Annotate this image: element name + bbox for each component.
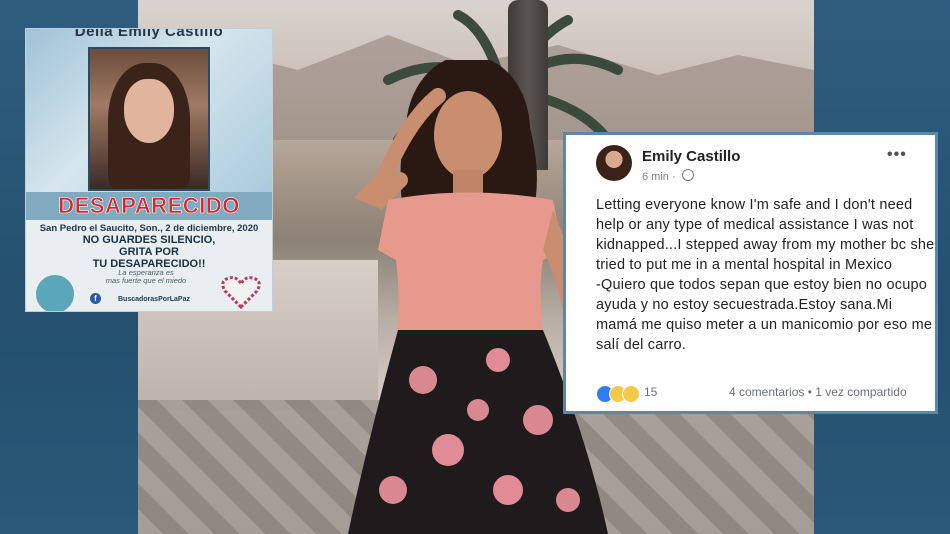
poster-handle: BuscadorasPorLaPaz — [118, 296, 190, 303]
sad-reaction-icon — [622, 385, 640, 403]
more-options-button[interactable]: ••• — [887, 146, 907, 164]
post-text: Letting everyone know I'm safe and I don… — [596, 197, 935, 353]
comments-shares-stats[interactable]: 4 comentarios • 1 vez compartido — [729, 385, 907, 399]
poster-place-date: San Pedro el Saucito, Son., 2 de diciemb… — [39, 223, 259, 234]
post-meta: 6 min · — [642, 169, 694, 183]
poster-call-to-action: NO GUARDES SILENCIO, GRITA POR TU DESAPA… — [82, 234, 216, 270]
facebook-icon: f — [90, 293, 101, 304]
poster-photo-face — [124, 79, 174, 143]
poster-photo — [88, 47, 210, 191]
missing-person-poster: Delia Emily Castillo DESAPARECIDO San Pe… — [25, 28, 273, 312]
poster-title: DESAPARECIDO — [58, 193, 240, 219]
facebook-post-card: Emily Castillo 6 min · ••• Letting every… — [563, 132, 938, 414]
post-time[interactable]: 6 min — [642, 171, 669, 183]
reaction-count: 15 — [644, 385, 658, 399]
heart-wreath-icon — [221, 276, 261, 309]
post-author[interactable]: Emily Castillo — [642, 148, 740, 165]
poster-hope-text: La esperanza es mas fuerte que el miedo — [105, 268, 187, 285]
avatar[interactable] — [596, 145, 632, 181]
poster-logo — [34, 273, 76, 311]
public-audience-icon — [681, 169, 694, 181]
poster-name: Delia Emily Castillo — [74, 28, 224, 40]
